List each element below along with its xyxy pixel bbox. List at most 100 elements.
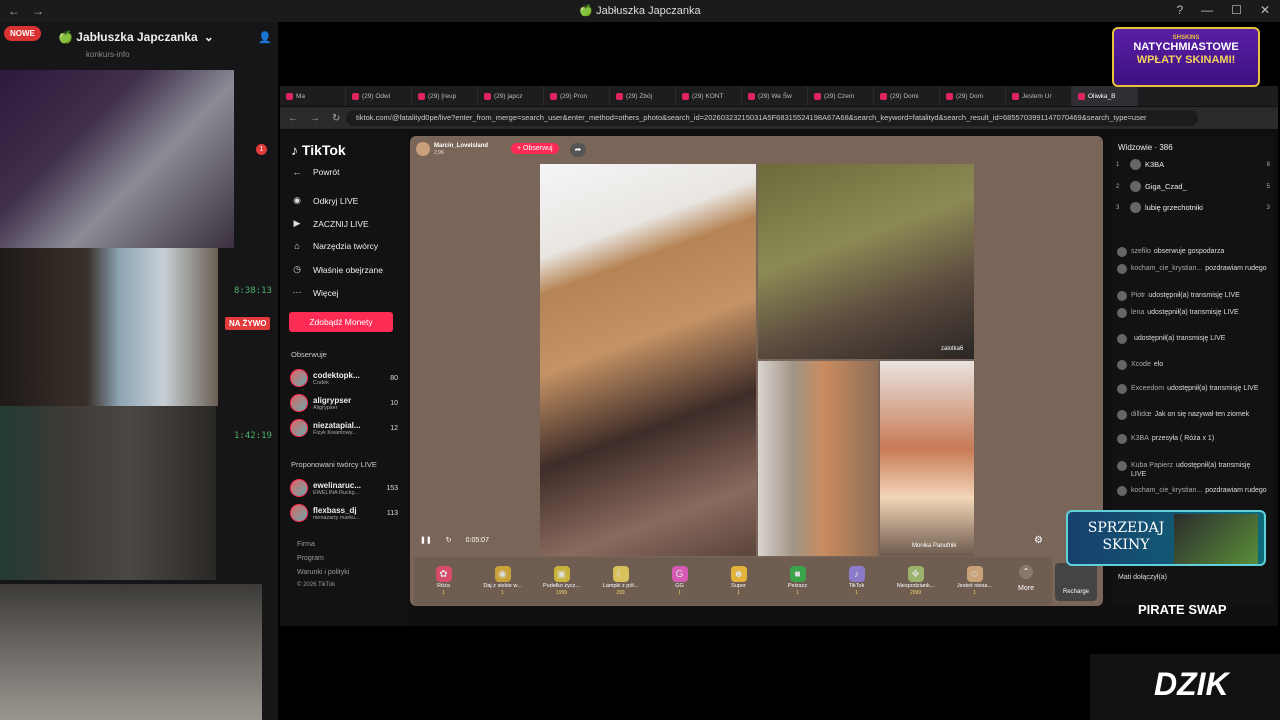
nav-label: ZACZNIJ LIVE xyxy=(313,218,369,229)
channel-name[interactable]: konkurs-info xyxy=(86,50,130,59)
suggested-item[interactable]: flexbass_dj nienażarty marku... 113 xyxy=(290,504,398,522)
chat-user: lena xyxy=(1131,309,1145,316)
gift-item[interactable]: ■ Pełzacz 1 xyxy=(768,566,827,596)
avatar xyxy=(1117,410,1127,420)
share-icon[interactable]: ➦ xyxy=(570,143,586,157)
video-feed-guest-1 xyxy=(758,164,974,359)
browser-tab[interactable]: Ma xyxy=(280,86,346,106)
help-icon[interactable]: ? xyxy=(1176,3,1183,17)
browser-tab[interactable]: Jestem Ur xyxy=(1006,86,1072,106)
reload-icon[interactable]: ↻ xyxy=(332,113,340,124)
browser-tab[interactable]: (29) Czem xyxy=(808,86,874,106)
gift-item[interactable]: ☺ Jesteś niesa... 1 xyxy=(945,566,1004,596)
host-info[interactable]: Marcin_Lovelsland 2,9K xyxy=(416,142,488,156)
gift-item[interactable]: ☻ Super 1 xyxy=(709,566,768,596)
browser-tab[interactable]: Oliwka_B xyxy=(1072,86,1138,106)
nav-discover-live[interactable]: ◉ Odkryj LIVE xyxy=(291,195,358,206)
gift-item[interactable]: G GG 1 xyxy=(650,566,709,596)
footer-link[interactable]: Warunki i polityki xyxy=(297,569,349,576)
top-viewer-row[interactable]: 2 Giga_Czad_ 5 xyxy=(1116,181,1270,192)
browser-nav: ← → ↻ xyxy=(288,113,342,124)
avatar xyxy=(1117,334,1127,344)
recharge-button[interactable]: Recharge xyxy=(1055,563,1097,601)
tiktok-note-icon: ♪ xyxy=(291,142,298,158)
top-viewer-row[interactable]: 1 K3BA 8 xyxy=(1116,159,1270,170)
gift-label: Róża xyxy=(437,583,450,589)
add-user-icon[interactable]: 👤 xyxy=(258,31,272,44)
tiktok-logo[interactable]: ♪ TikTok xyxy=(291,142,346,158)
maximize-icon[interactable]: ☐ xyxy=(1231,3,1242,17)
nav-more[interactable]: ⋯ Więcej xyxy=(291,287,339,298)
server-name[interactable]: 🍏 Jabłuszka Japczanka ⌄ xyxy=(58,30,214,44)
follow-button[interactable]: + Obserwuj xyxy=(511,143,559,154)
gift-icon: ■ xyxy=(789,566,806,582)
more-gifts-button[interactable]: ⌃ More xyxy=(1014,565,1038,592)
gift-item[interactable]: ❖ Niespodziank... 2999 xyxy=(886,566,945,596)
chat-text: udostępnił(a) transmisję LIVE xyxy=(1134,335,1226,342)
ad-line-2: WPŁATY SKINAMI! xyxy=(1136,54,1236,66)
minimize-icon[interactable]: — xyxy=(1201,3,1213,17)
browser-tab[interactable]: (29) Pron xyxy=(544,86,610,106)
viewer-rank: 1 xyxy=(1116,161,1120,168)
ad-line-1: NATYCHMIASTOWE xyxy=(1133,41,1239,53)
chat-text: udostępnił(a) transmisję LIVE xyxy=(1148,292,1240,299)
browser-tab[interactable]: (29) [reup xyxy=(412,86,478,106)
skins-ad-banner: SHSKINS NATYCHMIASTOWE WPŁATY SKINAMI! xyxy=(1112,27,1260,87)
top-viewer-row[interactable]: 3 lubię grzechotniki 3 xyxy=(1116,202,1270,213)
settings-icon[interactable]: ⚙ xyxy=(1034,535,1043,546)
chat-user: kocham_cie_krystian... xyxy=(1131,487,1203,494)
webcam-tile-1[interactable] xyxy=(0,70,234,248)
gift-item[interactable]: ♪ TikTok 1 xyxy=(827,566,886,596)
refresh-icon[interactable]: ↻ xyxy=(446,536,452,544)
viewer-score: 8 xyxy=(1266,161,1270,168)
browser-tab[interactable]: (29) We Św xyxy=(742,86,808,106)
gift-price: 1 xyxy=(442,590,445,596)
account-name: flexbass_dj xyxy=(313,505,357,515)
url-input[interactable]: tiktok.com/@fatalityd0pe/live?enter_from… xyxy=(346,110,1198,126)
nav-start-live[interactable]: ▶ ZACZNIJ LIVE xyxy=(291,218,369,229)
chat-text: pozdrawiam rudego xyxy=(1205,265,1267,272)
footer-link[interactable]: Program xyxy=(297,555,324,562)
get-coins-button[interactable]: Zdobądź Monety xyxy=(289,312,393,332)
more-label: More xyxy=(1018,585,1034,592)
gift-item[interactable]: ☾ Lampki z pół... 299 xyxy=(591,566,650,596)
forward-icon[interactable]: → xyxy=(310,113,320,124)
gift-item[interactable]: ◉ Daj z siebie w... 1 xyxy=(473,566,532,596)
following-item[interactable]: codektopk... Codek 80 xyxy=(290,369,398,387)
avatar xyxy=(1130,181,1141,192)
gift-item[interactable]: ▣ Pudełko życz... 1999 xyxy=(532,566,591,596)
tab-label: (29) KONT xyxy=(692,92,724,100)
footer-link[interactable]: Firma xyxy=(297,541,315,548)
gift-price: 1 xyxy=(796,590,799,596)
browser-tab[interactable]: (29) Odwi xyxy=(346,86,412,106)
suggested-item[interactable]: ewelinaruc... EWELINA Ruckg... 153 xyxy=(290,479,398,497)
following-item[interactable]: aligrypser Aligrypser 10 xyxy=(290,394,398,412)
back-icon[interactable]: ← xyxy=(288,113,298,124)
viewer-rank: 2 xyxy=(1116,183,1120,190)
nav-recently-watched[interactable]: ◷ Właśnie obejrzane xyxy=(291,264,383,275)
pause-icon[interactable]: ❚❚ xyxy=(420,536,432,544)
browser-tab[interactable]: (29) Dom xyxy=(940,86,1006,106)
browser-tab[interactable]: (29) japcz xyxy=(478,86,544,106)
server-name-label: 🍏 Jabłuszka Japczanka xyxy=(58,30,198,44)
browser-tab[interactable]: (29) KONT xyxy=(676,86,742,106)
tab-label: Oliwka_B xyxy=(1088,92,1116,100)
browser-tab[interactable]: (29) Zbój xyxy=(610,86,676,106)
dzik-logo: DZIK xyxy=(1090,654,1280,720)
nav-creator-tools[interactable]: ⌂ Narzędzia twórcy xyxy=(291,241,378,251)
chat-message: Kuba Papierz udostępnił(a) transmisję LIV… xyxy=(1117,461,1267,479)
following-header: Obserwuje xyxy=(291,350,327,359)
close-icon[interactable]: ✕ xyxy=(1260,3,1270,17)
browser-tab[interactable]: (29) Domi xyxy=(874,86,940,106)
gift-item[interactable]: ✿ Róża 1 xyxy=(414,566,473,596)
webcam-tile-4[interactable] xyxy=(0,584,262,720)
webcam-tile-2[interactable] xyxy=(0,248,218,406)
nav-label: Odkryj LIVE xyxy=(313,195,359,206)
back-link[interactable]: ← Powrót xyxy=(291,167,340,177)
webcam-tile-3[interactable] xyxy=(0,406,216,580)
gift-bar: ✿ Róża 1 ◉ Daj z siebie w... 1 ▣ Pudełko życz..… xyxy=(414,557,1052,605)
following-item[interactable]: niezatapial... Fizyk Kwantowy... 12 xyxy=(290,419,398,437)
viewer-count: 10 xyxy=(390,399,398,407)
avatar xyxy=(1117,434,1127,444)
tab-favicon-icon xyxy=(286,92,293,100)
